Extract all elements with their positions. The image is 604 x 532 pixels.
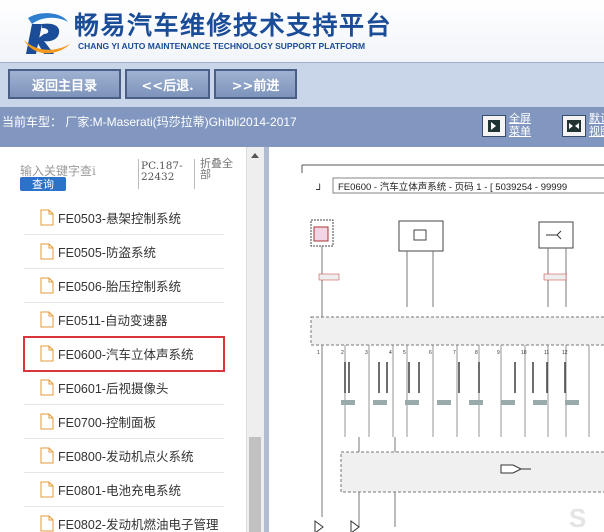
separator [194,159,195,189]
separator [138,159,139,189]
app-header: 畅易汽车维修技术支持平台 CHANG YI AUTO MAINTENANCE T… [0,0,604,62]
document-icon [40,379,54,396]
svg-text:12: 12 [562,350,568,356]
tree-item[interactable]: FE0601-后视摄像头 [24,371,224,405]
logo-icon [24,13,70,54]
default-view-line2: 视图 [589,126,604,138]
tree-item-label: FE0511-自动变速器 [58,314,168,328]
tree-item-label: FE0801-电池充电系统 [58,484,181,498]
fullscreen-link-line2: 菜单 [509,126,531,138]
svg-text:3: 3 [365,350,368,356]
default-view-line1: 默认 [589,113,604,125]
svg-text:S: S [569,503,586,532]
tree-item-label: FE0700-控制面板 [58,416,156,430]
app-title: 畅易汽车维修技术支持平台 [74,12,393,40]
query-button[interactable]: 查询 [20,177,66,191]
scroll-thumb[interactable] [249,437,261,532]
app-subtitle: CHANG YI AUTO MAINTENANCE TECHNOLOGY SUP… [78,41,366,51]
svg-text:1: 1 [317,350,320,356]
document-icon [40,481,54,498]
default-view-link[interactable]: 默认 视图 [589,113,604,139]
document-icon [40,345,54,362]
fullscreen-link-line1: 全屏 [509,113,531,125]
left-panel-scrollbar[interactable] [246,147,264,532]
tree-item[interactable]: FE0800-发动机点火系统 [24,439,224,473]
svg-text:4: 4 [389,350,392,356]
scroll-up-arrow-icon[interactable] [251,153,259,158]
left-panel-content: 查询 PC.187-22432 折叠全部 FE0503-悬架控制系统 FE0505… [0,147,246,532]
tree-item[interactable]: FE0802-发动机燃油电子管理 [24,507,224,532]
tree-item[interactable]: FE0600-汽车立体声系统 [23,336,225,372]
fullscreen-menu-link[interactable]: 全屏 菜单 [509,113,531,139]
forward-button[interactable]: >>前进 [214,69,297,99]
default-view-icon[interactable] [562,115,586,137]
vehicle-info-bar: 当前车型： 厂家:M-Maserati(玛莎拉蒂)Ghibli2014-2017… [0,107,604,147]
tree-item-label: FE0802-发动机燃油电子管理 [58,518,219,532]
document-icon [40,209,54,226]
tree-item[interactable]: FE0801-电池充电系统 [24,473,224,507]
tree-item-label: FE0506-胎压控制系统 [58,280,181,294]
svg-text:2: 2 [341,350,344,356]
document-icon [40,447,54,464]
left-navigation-panel: 查询 PC.187-22432 折叠全部 FE0503-悬架控制系统 FE0505… [0,147,264,532]
document-icon [40,311,54,328]
svg-text:11: 11 [544,350,549,356]
nav-toolbar: 返回主目录 <<后退. >>前进 [0,62,604,108]
tree-item[interactable]: FE0503-悬架控制系统 [24,201,224,235]
document-icon [40,243,54,260]
document-icon [40,413,54,430]
tree-item[interactable]: FE0506-胎压控制系统 [24,269,224,303]
current-vehicle-label: 当前车型： 厂家:M-Maserati(玛莎拉蒂)Ghibli2014-2017 [2,115,297,129]
tree-item[interactable]: FE0505-防盗系统 [24,235,224,269]
document-icon [40,277,54,294]
tree-item-label: FE0600-汽车立体声系统 [58,348,194,362]
svg-text:10: 10 [521,350,527,356]
tree-item[interactable]: FE0700-控制面板 [24,405,224,439]
svg-text:8: 8 [475,350,478,356]
fullscreen-icon[interactable] [482,115,506,137]
pc-code-text: PC.187-22432 [141,160,183,183]
home-button[interactable]: 返回主目录 [8,69,121,99]
svg-text:7: 7 [453,350,456,356]
wiring-diagram-viewer[interactable]: ⅃ FE0600 - 汽车立体声系统 - 页码 1 - [ 5039254 - … [269,147,604,532]
tree-item-label: FE0601-后视摄像头 [58,382,169,396]
tree-item-label: FE0503-悬架控制系统 [58,212,181,226]
collapse-all-link[interactable]: 折叠全部 [200,159,240,181]
back-button[interactable]: <<后退. [125,69,210,99]
tree-item-label: FE0800-发动机点火系统 [58,450,194,464]
document-tree: FE0503-悬架控制系统 FE0505-防盗系统 FE0506-胎压控制系统 FE0… [23,201,225,532]
svg-text:6: 6 [429,350,432,356]
diagram-title: FE0600 - 汽车立体声系统 - 页码 1 - [ 5039254 - 99… [338,181,567,193]
svg-text:5: 5 [403,350,406,356]
tree-item[interactable]: FE0511-自动变速器 [24,303,224,337]
svg-text:⅃: ⅃ [316,182,321,192]
document-icon [40,515,54,532]
tree-item-label: FE0505-防盗系统 [58,246,156,260]
svg-text:9: 9 [497,350,500,356]
wiring-diagram: ⅃ FE0600 - 汽车立体声系统 - 页码 1 - [ 5039254 - … [301,164,604,532]
